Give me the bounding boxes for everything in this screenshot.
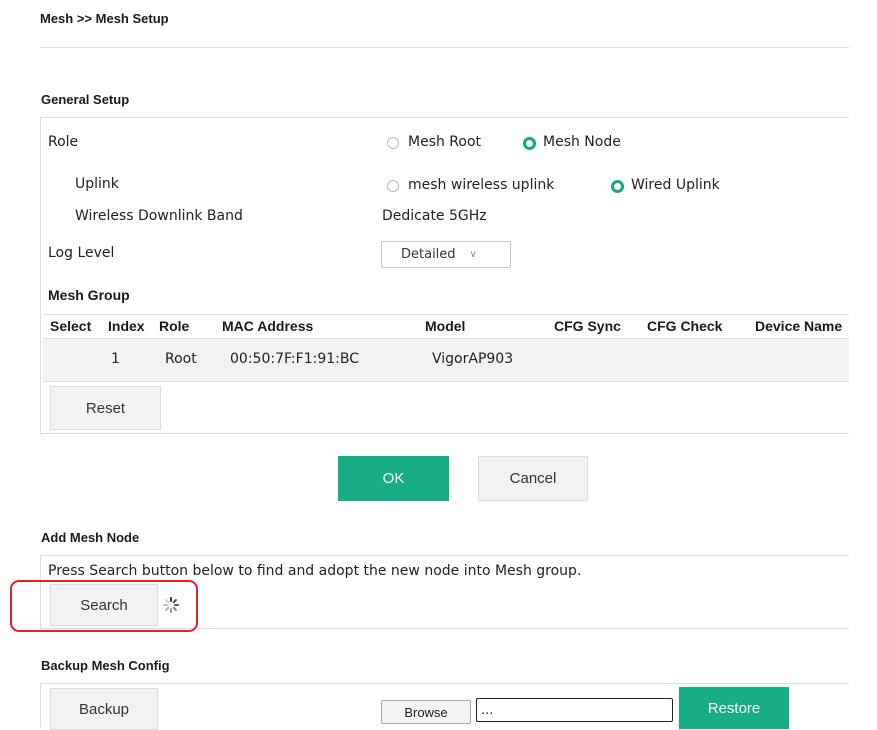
cell-role: Root [165, 351, 197, 367]
add-mesh-node-title: Add Mesh Node [41, 530, 140, 545]
loading-spinner-icon [163, 597, 179, 613]
backup-title: Backup Mesh Config [41, 658, 170, 673]
role-mesh-root-radio[interactable] [387, 137, 399, 149]
role-mesh-node-radio[interactable] [523, 137, 536, 150]
breadcrumb: Mesh >> Mesh Setup [40, 11, 169, 26]
file-path-field[interactable]: ... [476, 698, 673, 722]
chevron-down-icon: ∨ [469, 249, 477, 260]
ok-button[interactable]: OK [338, 456, 449, 501]
col-model: Model [425, 318, 466, 334]
uplink-wired-radio[interactable] [611, 180, 624, 193]
col-mac-address: MAC Address [222, 318, 314, 334]
col-cfg-check: CFG Check [647, 318, 723, 334]
uplink-mesh-wireless-radio[interactable] [387, 180, 399, 192]
restore-button[interactable]: Restore [679, 687, 789, 729]
backup-button[interactable]: Backup [50, 688, 158, 730]
col-role: Role [159, 318, 190, 334]
col-device-name: Device Name [755, 318, 843, 334]
cancel-button[interactable]: Cancel [478, 456, 588, 501]
downlink-value: Dedicate 5GHz [382, 208, 487, 224]
col-index: Index [108, 318, 145, 334]
uplink-wired-label[interactable]: Wired Uplink [631, 177, 720, 193]
mesh-group-title: Mesh Group [48, 287, 130, 303]
general-setup-title: General Setup [41, 92, 130, 107]
cell-index: 1 [111, 351, 120, 367]
log-level-label: Log Level [48, 245, 115, 261]
log-level-value: Detailed [401, 247, 456, 262]
cell-model: VigorAP903 [432, 351, 514, 367]
search-button[interactable]: Search [50, 584, 158, 626]
browse-button[interactable]: Browse [381, 700, 471, 724]
cell-mac: 00:50:7F:F1:91:BC [230, 351, 359, 367]
add-mesh-node-description: Press Search button below to find and ad… [48, 563, 582, 579]
col-cfg-sync: CFG Sync [554, 318, 621, 334]
role-mesh-node-label[interactable]: Mesh Node [543, 134, 621, 150]
col-select: Select [50, 318, 92, 334]
uplink-label: Uplink [75, 176, 119, 192]
role-label: Role [48, 134, 79, 150]
role-mesh-root-label[interactable]: Mesh Root [408, 134, 481, 150]
uplink-mesh-wireless-label[interactable]: mesh wireless uplink [408, 177, 554, 193]
divider [40, 47, 849, 48]
reset-button[interactable]: Reset [50, 386, 161, 430]
downlink-label: Wireless Downlink Band [75, 208, 243, 224]
log-level-select[interactable]: Detailed ∨ [381, 241, 511, 268]
